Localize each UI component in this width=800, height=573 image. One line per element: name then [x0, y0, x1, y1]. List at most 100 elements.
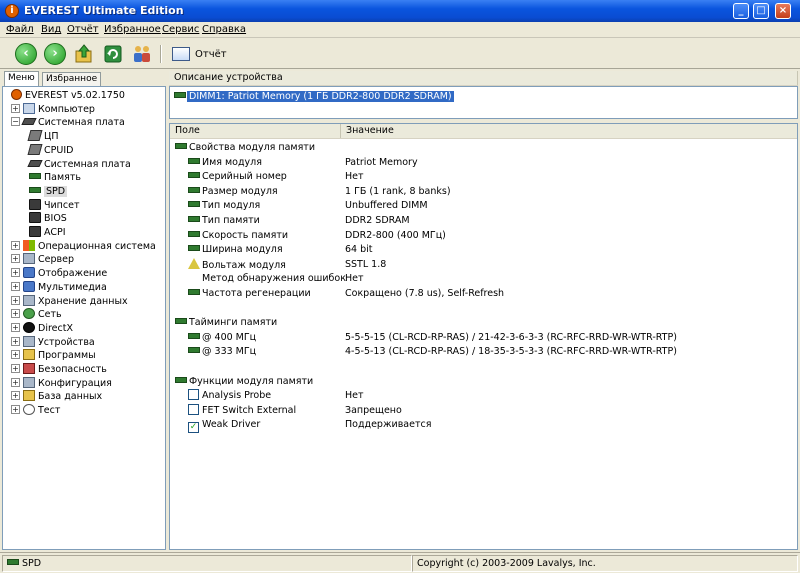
expand-icon[interactable]: +	[11, 391, 20, 401]
memory-module-icon	[188, 172, 200, 179]
network-icon	[23, 308, 35, 320]
config-icon	[23, 376, 35, 388]
group-row[interactable]: Тайминги памяти	[175, 316, 277, 329]
tree-node[interactable]: BIOS	[29, 212, 67, 225]
property-row[interactable]: Вольтаж модуля	[188, 257, 286, 271]
tab-favorites[interactable]: Избранное	[42, 72, 102, 86]
tree-node[interactable]: + Операционная система	[11, 239, 156, 253]
property-row[interactable]: Размер модуля	[188, 185, 278, 198]
status-section: SPD	[2, 555, 412, 572]
memory-icon	[29, 173, 41, 180]
property-row[interactable]: Частота регенерации	[188, 287, 311, 300]
expand-icon[interactable]: +	[11, 350, 20, 360]
expand-icon[interactable]: +	[11, 281, 20, 291]
back-icon[interactable]: ‹	[15, 43, 37, 65]
chipset-icon	[29, 198, 41, 210]
tree-node[interactable]: ACPI	[29, 226, 66, 239]
tree-node-label: Сеть	[38, 309, 62, 321]
expand-icon[interactable]: +	[11, 322, 20, 332]
property-row[interactable]: @ 333 МГц	[188, 345, 256, 358]
tree-node[interactable]: EVEREST v5.02.1750	[11, 89, 125, 102]
property-row[interactable]: ✓ Weak Driver	[188, 418, 260, 434]
menu-tools[interactable]: Сервис	[162, 24, 199, 35]
field-value: Patriot Memory	[345, 156, 418, 168]
tree-node[interactable]: + Сервер	[11, 253, 74, 266]
refresh-icon[interactable]	[102, 43, 124, 65]
tree-node[interactable]: ЦП	[27, 130, 59, 143]
tree-node[interactable]: + Хранение данных	[11, 294, 128, 308]
title-bar: i EVEREST Ultimate Edition _ □ ×	[0, 0, 800, 22]
field-name: Размер модуля	[202, 185, 278, 197]
tree-node[interactable]: + Мультимедиа	[11, 280, 107, 294]
property-row[interactable]: FET Switch External	[188, 403, 296, 417]
forward-icon[interactable]: ›	[44, 43, 66, 65]
motherboard-icon	[27, 159, 43, 167]
property-row[interactable]: Ширина модуля	[188, 243, 283, 256]
property-row[interactable]: Analysis Probe	[188, 389, 271, 402]
tree-node[interactable]: + Компьютер	[11, 102, 95, 116]
device-item[interactable]: DIMM1: Patriot Memory (1 ГБ DDR2-800 DDR…	[174, 90, 454, 103]
tree-node[interactable]: + Конфигурация	[11, 376, 112, 390]
tree-node[interactable]: Память	[29, 171, 81, 184]
field-name: Тайминги памяти	[189, 317, 278, 329]
report-button[interactable]: Отчёт	[195, 49, 227, 60]
field-value: 1 ГБ (1 rank, 8 banks)	[345, 185, 451, 197]
field-value: DDR2-800 (400 МГц)	[345, 229, 446, 241]
tree-node[interactable]: + Тест	[11, 404, 60, 417]
tree-node[interactable]: Чипсет	[29, 198, 80, 212]
property-row[interactable]: Скорость памяти	[188, 229, 288, 242]
tree-node[interactable]: + Программы	[11, 349, 96, 362]
status-copyright: Copyright (c) 2003-2009 Lavalys, Inc.	[412, 555, 798, 572]
tree-node[interactable]: + Сеть	[11, 308, 62, 321]
property-row[interactable]: @ 400 МГц	[188, 331, 256, 344]
memory-module-icon	[188, 186, 200, 193]
tree-node[interactable]: + База данных	[11, 390, 102, 403]
menu-favorites[interactable]: Избранное	[104, 24, 161, 35]
menu-file[interactable]: Файл	[6, 24, 34, 35]
expand-icon[interactable]: +	[11, 336, 20, 346]
property-row[interactable]: Имя модуля	[188, 156, 262, 169]
field-name: Analysis Probe	[202, 390, 272, 402]
expand-icon[interactable]: +	[11, 240, 20, 250]
expand-icon[interactable]: +	[11, 103, 20, 113]
property-row[interactable]: Серийный номер	[188, 170, 287, 183]
app-info-icon: i	[5, 4, 19, 18]
close-button[interactable]: ×	[775, 3, 791, 19]
device-column-header[interactable]: Описание устройства	[169, 71, 798, 85]
tree-node[interactable]: SPD	[29, 185, 68, 198]
group-row[interactable]: Свойства модуля памяти	[175, 141, 315, 154]
memory-module-icon	[188, 332, 200, 339]
users-icon[interactable]	[131, 43, 153, 65]
expand-icon[interactable]: +	[11, 377, 20, 387]
expand-icon[interactable]: +	[11, 295, 20, 305]
tree-node[interactable]: + Безопасность	[11, 363, 107, 376]
property-row[interactable]: Тип памяти	[188, 214, 260, 227]
tree-node[interactable]: + DirectX	[11, 321, 73, 335]
expand-icon[interactable]: +	[11, 364, 20, 373]
minimize-button[interactable]: _	[733, 3, 749, 19]
property-row[interactable]: Тип модуля	[188, 199, 260, 212]
report-icon[interactable]	[172, 47, 190, 61]
maximize-button[interactable]: □	[753, 3, 769, 19]
property-row[interactable]: Метод обнаружения ошибок	[188, 272, 346, 285]
menu-report[interactable]: Отчёт	[67, 24, 99, 35]
tree-node[interactable]: − Системная плата	[11, 116, 125, 129]
tree-node[interactable]: + Отображение	[11, 267, 107, 280]
expand-icon[interactable]: +	[11, 405, 20, 415]
up-folder-icon[interactable]	[73, 43, 95, 65]
field-name: Тип модуля	[202, 200, 261, 212]
tree-node-label: ЦП	[44, 131, 59, 143]
tree-node[interactable]: CPUID	[27, 143, 73, 157]
expand-icon[interactable]: +	[11, 268, 20, 278]
tree-node[interactable]: + Устройства	[11, 335, 95, 349]
menu-help[interactable]: Справка	[202, 24, 246, 35]
tab-menu[interactable]: Меню	[4, 71, 39, 86]
tree-node[interactable]: Системная плата	[27, 158, 131, 171]
collapse-icon[interactable]: −	[11, 117, 20, 127]
expand-icon[interactable]: +	[11, 309, 20, 319]
expand-icon[interactable]: +	[11, 254, 20, 264]
group-row[interactable]: Функции модуля памяти	[175, 375, 313, 388]
menu-view[interactable]: Вид	[41, 24, 61, 35]
field-column-header[interactable]: Поле	[170, 124, 341, 138]
value-column-header[interactable]: Значение	[341, 124, 797, 138]
